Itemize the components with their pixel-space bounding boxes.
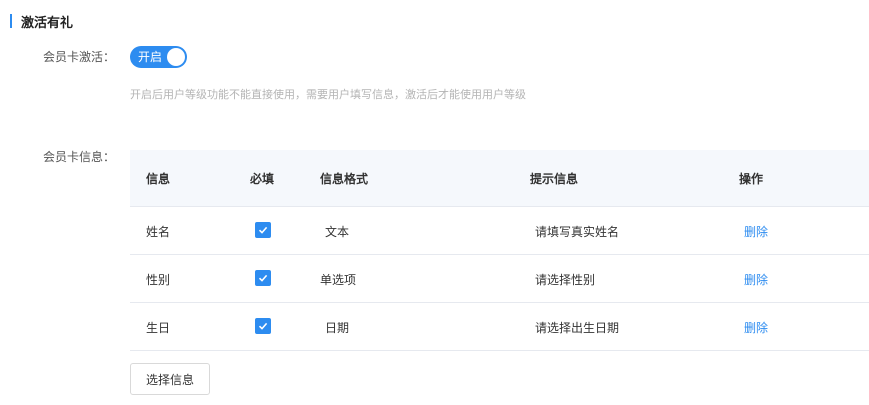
required-checkbox[interactable] bbox=[255, 270, 271, 286]
section-title-text: 激活有礼 bbox=[21, 15, 74, 31]
table-header: 信息 必填 信息格式 提示信息 操作 bbox=[130, 150, 869, 207]
column-header-tip: 提示信息 bbox=[530, 172, 579, 186]
activation-label: 会员卡激活： bbox=[42, 50, 115, 64]
cell-format: 单选项 bbox=[320, 273, 357, 287]
activation-hint: 开启后用户等级功能不能直接使用，需要用户填写信息，激活后才能使用用户等级 bbox=[130, 88, 526, 101]
table-row: 生日 日期 请选择出生日期 删除 bbox=[130, 303, 869, 351]
cell-info-name: 生日 bbox=[146, 321, 171, 335]
table-row: 姓名 文本 请填写真实姓名 删除 bbox=[130, 207, 869, 255]
required-checkbox[interactable] bbox=[255, 318, 271, 334]
cell-info-name: 姓名 bbox=[146, 225, 171, 239]
cell-tip: 请填写真实姓名 bbox=[535, 225, 620, 239]
check-icon bbox=[258, 274, 268, 282]
cell-tip: 请选择出生日期 bbox=[535, 321, 620, 335]
cell-info-name: 性别 bbox=[146, 273, 171, 287]
section-title-accent-bar bbox=[10, 14, 12, 28]
cell-tip: 请选择性别 bbox=[535, 273, 596, 287]
check-icon bbox=[258, 322, 268, 330]
delete-link[interactable]: 删除 bbox=[744, 223, 768, 240]
required-checkbox[interactable] bbox=[255, 222, 271, 238]
column-header-info: 信息 bbox=[146, 172, 171, 186]
activation-switch[interactable]: 开启 bbox=[130, 46, 187, 68]
cell-format: 日期 bbox=[325, 321, 350, 335]
switch-text: 开启 bbox=[138, 50, 163, 64]
section-title: 激活有礼 bbox=[10, 13, 74, 31]
check-icon bbox=[258, 226, 268, 234]
switch-knob bbox=[167, 48, 185, 66]
delete-link[interactable]: 删除 bbox=[744, 271, 768, 288]
column-header-required: 必填 bbox=[250, 172, 275, 186]
column-header-format: 信息格式 bbox=[320, 172, 369, 186]
select-info-button[interactable]: 选择信息 bbox=[130, 363, 210, 395]
column-header-action: 操作 bbox=[739, 172, 764, 186]
table-row: 性别 单选项 请选择性别 删除 bbox=[130, 255, 869, 303]
info-label: 会员卡信息： bbox=[42, 150, 115, 164]
info-table: 信息 必填 信息格式 提示信息 操作 姓名 文本 请填写真实姓名 删除 性别 单… bbox=[130, 150, 869, 351]
cell-format: 文本 bbox=[325, 225, 350, 239]
delete-link[interactable]: 删除 bbox=[744, 319, 768, 336]
